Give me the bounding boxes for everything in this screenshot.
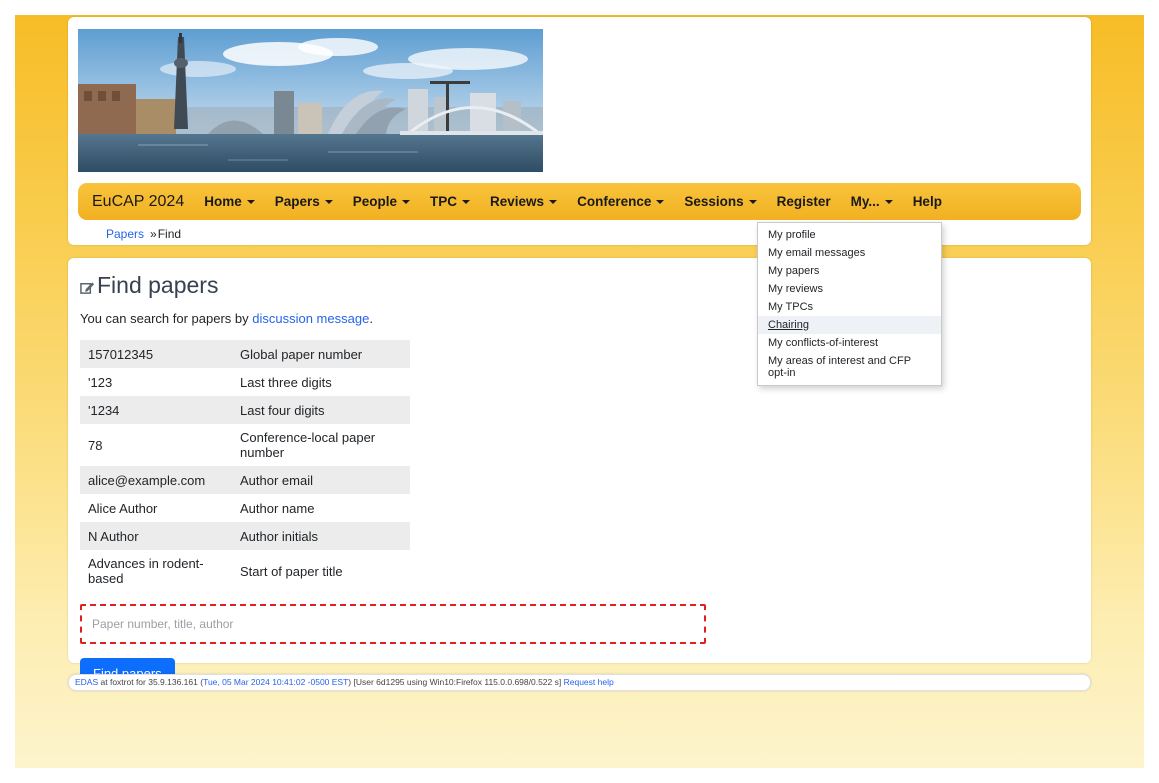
chevron-down-icon: [247, 200, 255, 204]
nav-item-conference[interactable]: Conference: [577, 194, 664, 209]
paper-search-input[interactable]: [80, 604, 706, 644]
table-row: '1234Last four digits: [80, 396, 410, 424]
menu-item-my-reviews[interactable]: My reviews: [758, 280, 941, 298]
menu-item-my-papers[interactable]: My papers: [758, 262, 941, 280]
chevron-down-icon: [402, 200, 410, 204]
main-navbar: EuCAP 2024 Home Papers People TPC Review…: [78, 183, 1081, 220]
chevron-down-icon: [549, 200, 557, 204]
example-value: N Author: [80, 522, 232, 550]
menu-item-my-tpcs[interactable]: My TPCs: [758, 298, 941, 316]
nav-item-my[interactable]: My...: [851, 194, 893, 209]
example-value: Advances in rodent-based: [80, 550, 232, 592]
table-row: alice@example.comAuthor email: [80, 466, 410, 494]
footer-text: ) [User 6d1295 using Win10:Firefox 115.0…: [348, 677, 563, 687]
breadcrumb-current: Find: [158, 227, 181, 241]
my-dropdown-menu: My profile My email messages My papers M…: [757, 222, 942, 386]
brand-link[interactable]: EuCAP 2024: [92, 193, 184, 211]
nav-item-home[interactable]: Home: [204, 194, 255, 209]
table-row: 78Conference-local paper number: [80, 424, 410, 466]
nav-item-tpc[interactable]: TPC: [430, 194, 470, 209]
banner-image: [78, 29, 543, 172]
nav-item-reviews[interactable]: Reviews: [490, 194, 557, 209]
table-row: 157012345Global paper number: [80, 340, 410, 368]
page-background: EuCAP 2024 Home Papers People TPC Review…: [15, 15, 1144, 768]
city-skyline-illustration: [78, 29, 543, 172]
table-row: N AuthorAuthor initials: [80, 522, 410, 550]
footer-bar: EDAS at foxtrot for 35.9.136.161 (Tue, 0…: [68, 674, 1091, 691]
nav-item-register[interactable]: Register: [777, 194, 831, 209]
table-row: Alice AuthorAuthor name: [80, 494, 410, 522]
example-value: 78: [80, 424, 232, 466]
footer-text: at foxtrot for 35.9.136.161 (: [98, 677, 203, 687]
page-title-text: Find papers: [97, 272, 218, 299]
example-description: Start of paper title: [232, 550, 410, 592]
nav-item-sessions[interactable]: Sessions: [684, 194, 756, 209]
nav-item-people[interactable]: People: [353, 194, 410, 209]
example-value: '1234: [80, 396, 232, 424]
example-value: 157012345: [80, 340, 232, 368]
footer-timestamp-link[interactable]: Tue, 05 Mar 2024 10:41:02 -0500 EST: [203, 677, 348, 687]
chevron-down-icon: [885, 200, 893, 204]
example-description: Conference-local paper number: [232, 424, 410, 466]
request-help-link[interactable]: Request help: [564, 677, 614, 687]
menu-item-my-email-messages[interactable]: My email messages: [758, 244, 941, 262]
breadcrumb-separator: »: [150, 227, 157, 241]
menu-item-my-areas-of-interest[interactable]: My areas of interest and CFP opt-in: [758, 352, 941, 382]
breadcrumb: Papers »Find: [106, 227, 181, 241]
chevron-down-icon: [749, 200, 757, 204]
nav-item-papers[interactable]: Papers: [275, 194, 333, 209]
example-value: Alice Author: [80, 494, 232, 522]
menu-item-my-profile[interactable]: My profile: [758, 226, 941, 244]
menu-item-my-conflicts-of-interest[interactable]: My conflicts-of-interest: [758, 334, 941, 352]
breadcrumb-papers-link[interactable]: Papers: [106, 227, 144, 241]
edit-icon: [80, 274, 95, 301]
example-value: alice@example.com: [80, 466, 232, 494]
nav-item-help[interactable]: Help: [913, 194, 942, 209]
example-description: Author name: [232, 494, 410, 522]
menu-item-chairing[interactable]: Chairing: [758, 316, 941, 334]
edas-link[interactable]: EDAS: [75, 677, 98, 687]
example-value: '123: [80, 368, 232, 396]
chevron-down-icon: [656, 200, 664, 204]
example-description: Last three digits: [232, 368, 410, 396]
example-description: Author email: [232, 466, 410, 494]
example-description: Global paper number: [232, 340, 410, 368]
table-row: Advances in rodent-basedStart of paper t…: [80, 550, 410, 592]
example-description: Last four digits: [232, 396, 410, 424]
chevron-down-icon: [462, 200, 470, 204]
discussion-message-link[interactable]: discussion message: [252, 311, 369, 326]
header-panel: EuCAP 2024 Home Papers People TPC Review…: [68, 17, 1091, 245]
example-description: Author initials: [232, 522, 410, 550]
table-row: '123Last three digits: [80, 368, 410, 396]
search-examples-table: 157012345Global paper number '123Last th…: [80, 340, 410, 592]
chevron-down-icon: [325, 200, 333, 204]
